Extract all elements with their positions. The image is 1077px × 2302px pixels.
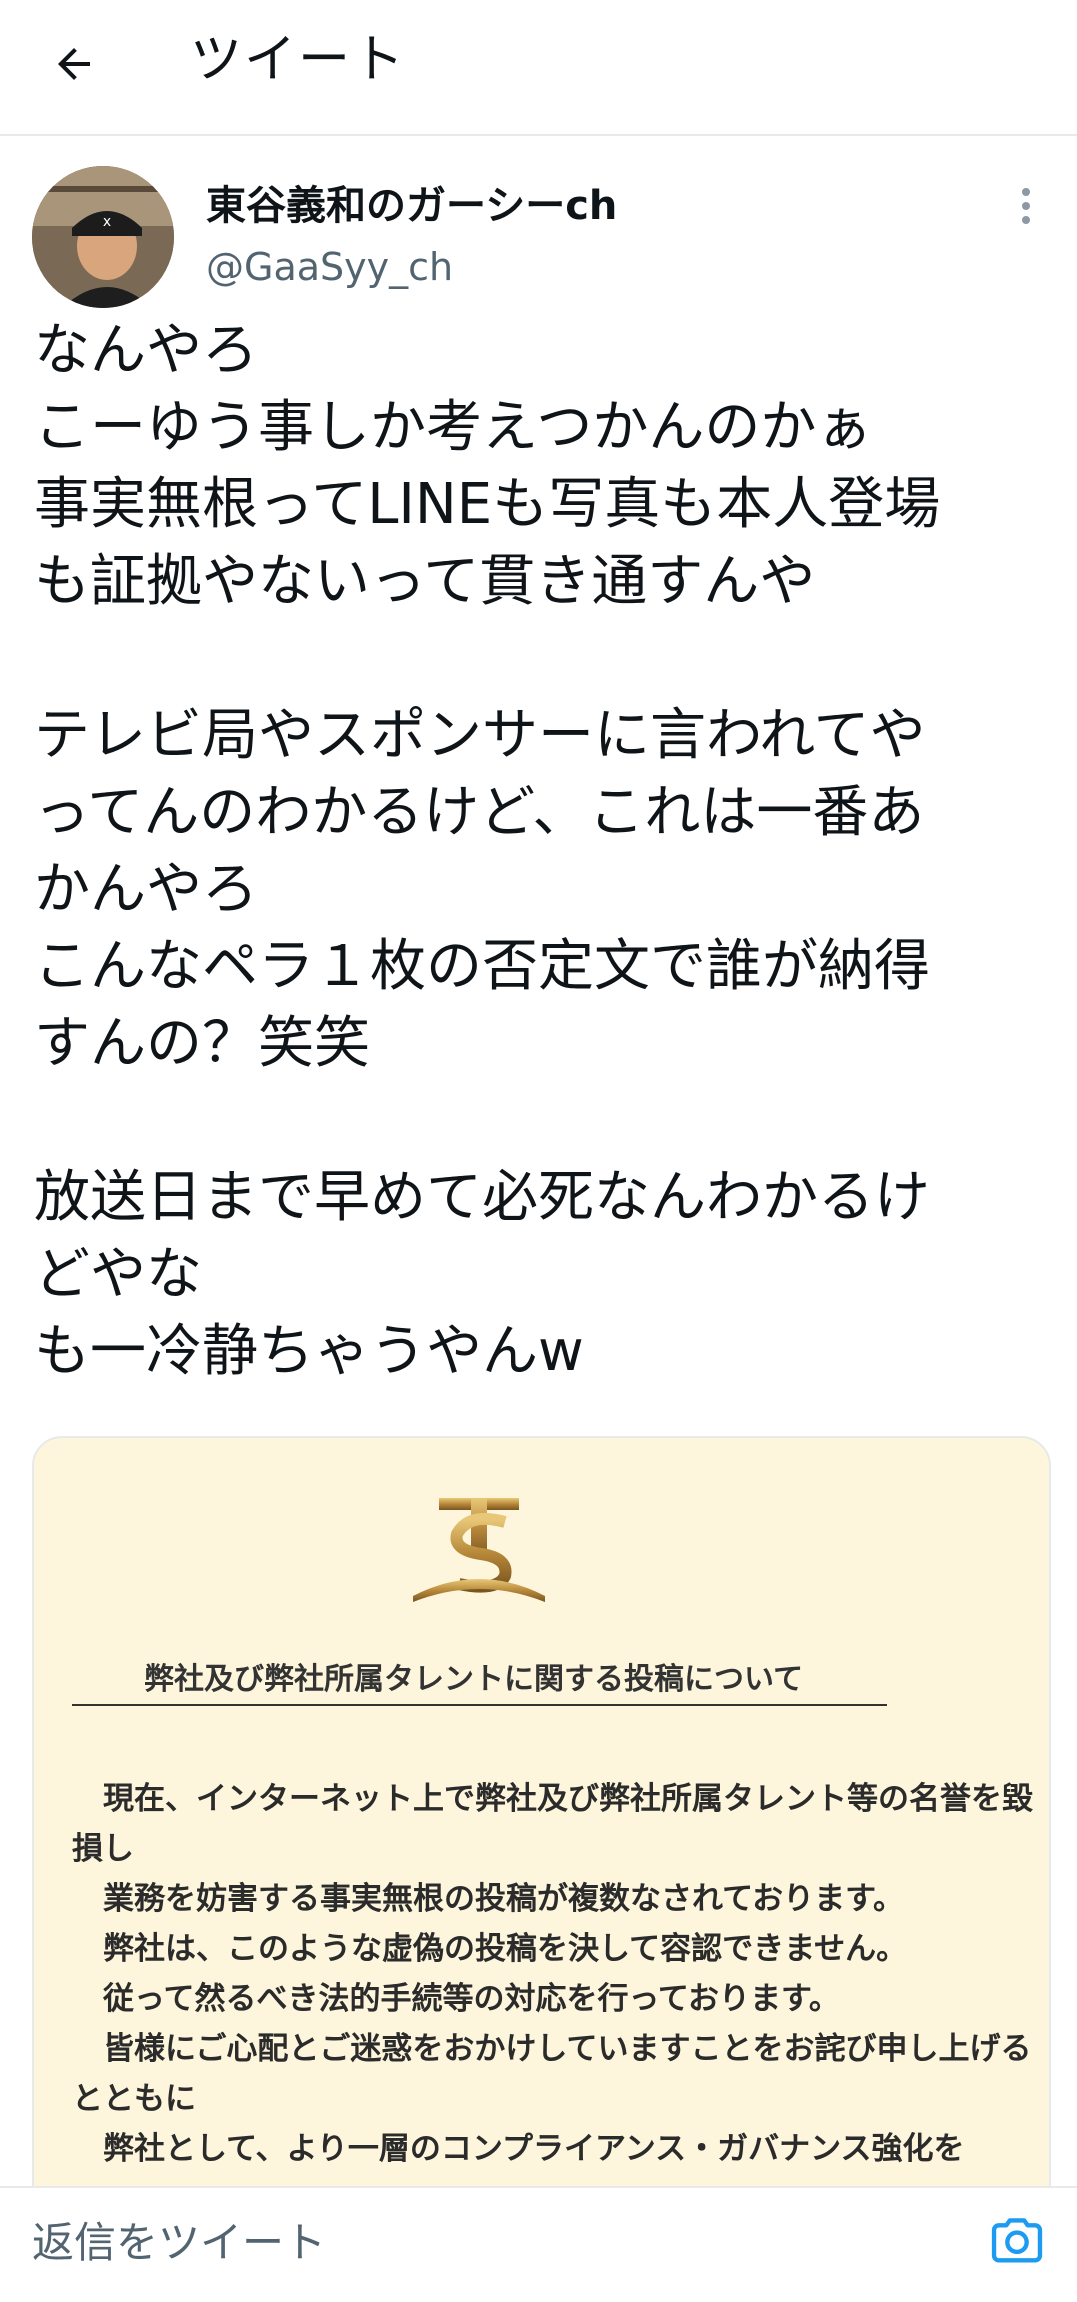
page-title: ツイート	[190, 30, 407, 90]
notice-body: 現在、インターネット上で弊社及び弊社所属タレント等の名誉を毀損し 業務を妨害する…	[72, 1774, 1049, 2174]
notice-paragraph: 皆様にご心配とご迷惑をおかけしていますことをお詫び申し上げるとともに	[72, 2031, 1032, 2117]
camera-icon	[991, 2218, 1043, 2263]
notice-paragraph: 業務を妨害する事実無根の投稿が複数なされております。	[72, 1881, 905, 1917]
vertical-dots-icon	[1022, 188, 1030, 224]
notice-paragraph: 弊社は、このような虚偽の投稿を決して容認できません。	[72, 1931, 908, 1967]
company-logo	[413, 1498, 545, 1602]
camera-button[interactable]	[986, 2210, 1048, 2272]
more-options-button[interactable]	[1006, 186, 1046, 226]
notice-title: 弊社及び弊社所属タレントに関する投稿について	[144, 1662, 804, 1697]
author-display-name[interactable]: 東谷義和のガーシーch	[206, 180, 617, 232]
avatar[interactable]: x	[32, 166, 174, 308]
svg-text:x: x	[103, 214, 111, 230]
back-button[interactable]	[36, 26, 112, 102]
divider	[72, 1704, 887, 1706]
tweet-media-image[interactable]: 弊社及び弊社所属タレントに関する投稿について 現在、インターネット上で弊社及び弊…	[32, 1436, 1051, 2302]
notice-paragraph: 弊社として、より一層のコンプライアンス・ガバナンス強化を	[72, 2131, 965, 2167]
reply-input[interactable]: 返信をツイート	[32, 2208, 932, 2278]
top-header: ツイート	[0, 0, 1077, 136]
tweet-text: なんやろ こーゆう事しか考えつかんのかぁ 事実無根ってLINEも写真も本人登場 …	[34, 318, 941, 1384]
author-handle[interactable]: @GaaSyy_ch	[206, 242, 453, 292]
notice-paragraph: 従って然るべき法的手続等の対応を行っております。	[72, 1981, 840, 2017]
notice-paragraph: 現在、インターネット上で弊社及び弊社所属タレント等の名誉を毀損し	[72, 1781, 1033, 1867]
tweet-detail-screen: ツイート x 東谷義和のガーシーch @GaaSyy_ch なんやろ こーゆう事…	[0, 0, 1077, 2302]
arrow-left-icon	[58, 48, 90, 80]
avatar-photo: x	[32, 166, 174, 308]
reply-bar: 返信をツイート	[0, 2186, 1077, 2302]
